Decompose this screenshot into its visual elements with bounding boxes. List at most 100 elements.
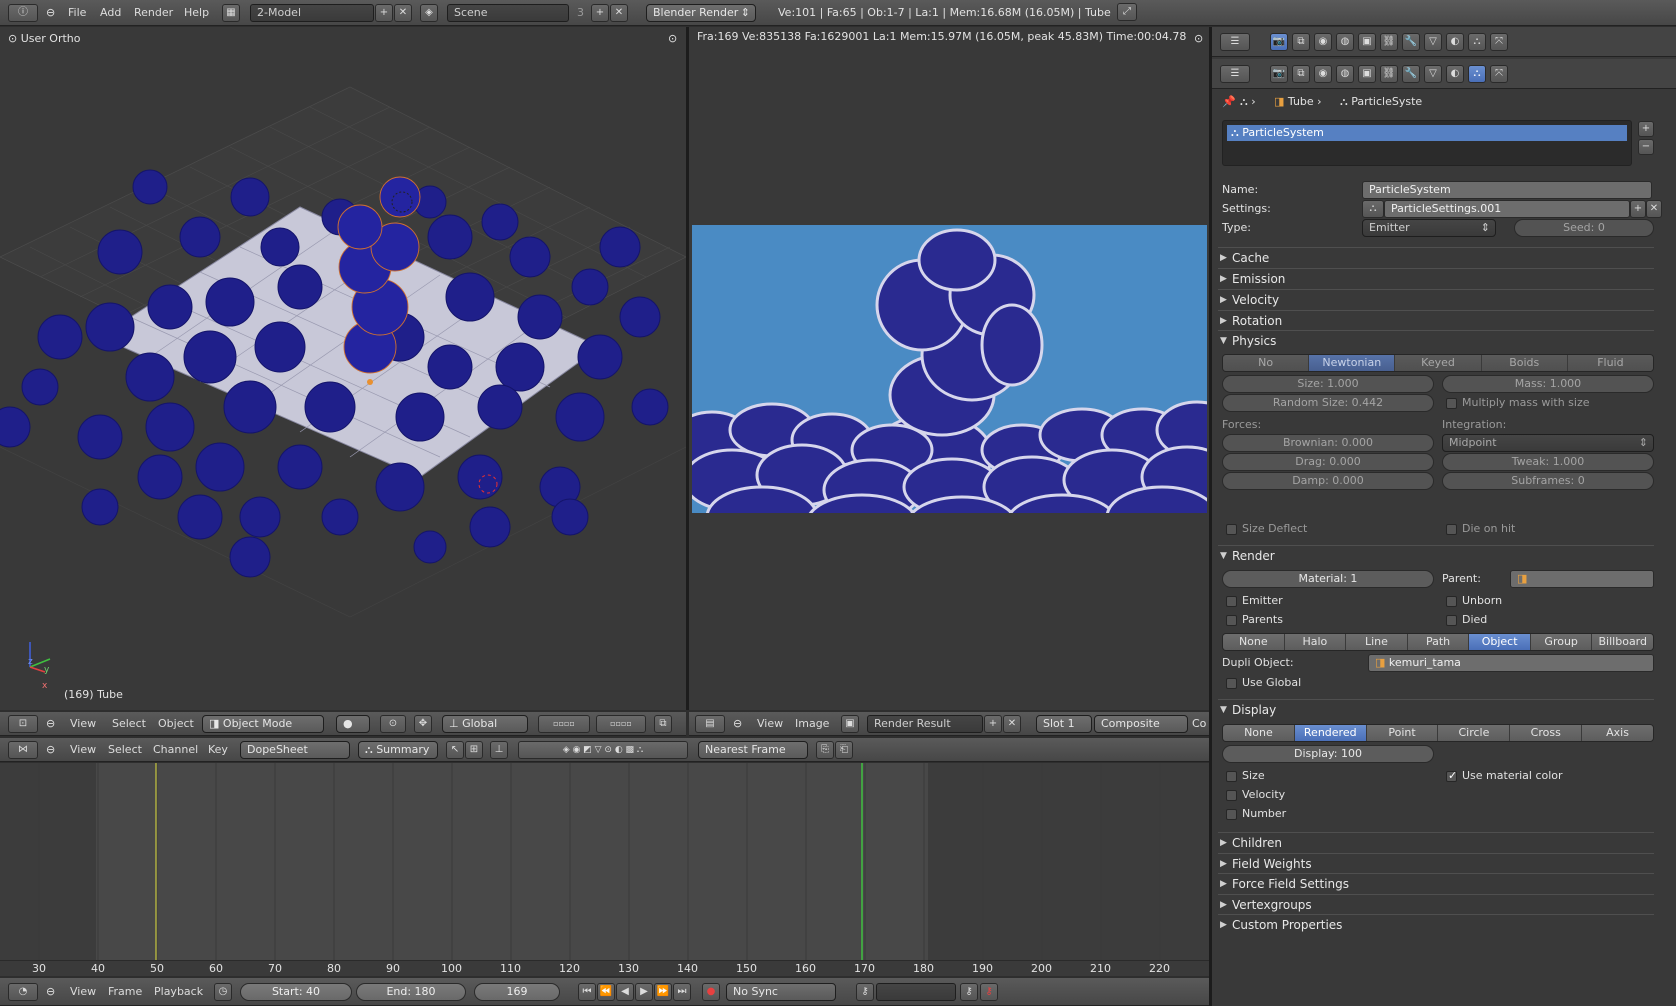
name-field[interactable]: ParticleSystem (1362, 181, 1652, 199)
scene-field[interactable]: Scene (447, 4, 569, 22)
render-tab-group[interactable]: Group (1530, 634, 1593, 650)
tab-render-icon[interactable]: 📷 (1270, 65, 1288, 83)
tab-layers-icon[interactable]: ⧉ (1292, 33, 1310, 51)
died-checkbox[interactable] (1446, 615, 1457, 626)
manipulator-icon[interactable]: ✥ (414, 715, 432, 733)
layout-add-icon[interactable]: + (375, 4, 393, 22)
image-browse-icon[interactable]: ▣ (841, 715, 859, 733)
keying-set-icon[interactable]: ⚷ (856, 983, 874, 1001)
tab-particles-icon[interactable]: ⛬ (1468, 33, 1486, 51)
display-tab-point[interactable]: Point (1366, 725, 1439, 741)
panel-velocity[interactable]: ▶ Velocity (1218, 289, 1654, 309)
display-tab-circle[interactable]: Circle (1438, 725, 1511, 741)
render-result-field[interactable]: Render Result (867, 715, 983, 733)
image-remove-icon[interactable]: ✕ (1003, 715, 1021, 733)
image-editor[interactable]: Fra:169 Ve:835138 Fa:1629001 La:1 Mem:15… (689, 27, 1209, 710)
panel-vertexgroups[interactable]: ▶ Vertexgroups (1218, 894, 1654, 914)
physics-tab-keyed[interactable]: Keyed (1395, 355, 1482, 371)
settings-add-icon[interactable]: + (1630, 200, 1646, 218)
list-add-icon[interactable]: + (1638, 121, 1654, 137)
panel-field-weights[interactable]: ▶ Field Weights (1218, 853, 1654, 873)
3d-viewport[interactable]: ⊙ User Ortho ⊙ y z x (169) Tube (0, 27, 686, 710)
dopesheet-area[interactable] (0, 763, 1209, 960)
editor-type-dopesheet-icon[interactable]: ⋈ (8, 741, 38, 759)
fullscreen-icon[interactable]: ⤢ (1117, 3, 1137, 21)
collapse-icon[interactable]: ⊖ (733, 716, 742, 732)
scene-remove-icon[interactable]: ✕ (610, 4, 628, 22)
editor-type-image-icon[interactable]: ▤ (695, 715, 725, 733)
summary-toggle[interactable]: ⛬ Summary (358, 741, 438, 759)
tab-scene-icon[interactable]: ◉ (1314, 33, 1332, 51)
tab-world-icon[interactable]: ◍ (1336, 65, 1354, 83)
jump-end-icon[interactable]: ⏭ (673, 983, 691, 1001)
multiply-mass-checkbox[interactable] (1446, 398, 1457, 409)
panel-rotation[interactable]: ▶ Rotation (1218, 310, 1654, 330)
mass-field[interactable]: Mass: 1.000 (1442, 375, 1654, 393)
slot-select[interactable]: Slot 1 (1036, 715, 1092, 733)
next-key-icon[interactable]: ⏩ (654, 983, 672, 1001)
render-engine-select[interactable]: Blender Render ⇕ (646, 4, 756, 22)
tab-constraints-icon[interactable]: ⛓ (1380, 65, 1398, 83)
layout-remove-icon[interactable]: ✕ (394, 4, 412, 22)
settings-field[interactable]: ParticleSettings.001 (1384, 200, 1630, 218)
menu-select[interactable]: Select (108, 742, 142, 758)
panel-custom-properties[interactable]: ▶ Custom Properties (1218, 914, 1654, 934)
menu-channel[interactable]: Channel (153, 742, 198, 758)
viewport-corner-icon[interactable]: ⊙ (668, 31, 677, 47)
display-tab-none[interactable]: None (1223, 725, 1295, 741)
menu-add[interactable]: Add (100, 5, 121, 21)
panel-children[interactable]: ▶ Children (1218, 832, 1654, 852)
menu-file[interactable]: File (68, 5, 86, 21)
render-tab-billboard[interactable]: Billboard (1592, 634, 1653, 650)
list-remove-icon[interactable]: − (1638, 139, 1654, 155)
display-tab-axis[interactable]: Axis (1582, 725, 1653, 741)
editor-type-timeline-icon[interactable]: ◔ (8, 983, 38, 1001)
image-corner-icon[interactable]: ⊙ (1194, 31, 1203, 47)
physics-type-tabs[interactable]: No Newtonian Keyed Boids Fluid (1222, 354, 1654, 372)
current-frame-field[interactable]: 169 (474, 983, 560, 1001)
menu-render[interactable]: Render (134, 5, 173, 21)
tab-data-icon[interactable]: ▽ (1424, 33, 1442, 51)
panel-cache[interactable]: ▶ Cache (1218, 247, 1654, 267)
filter-icon[interactable]: ⊥ (490, 741, 508, 759)
tab-layers-icon[interactable]: ⧉ (1292, 65, 1310, 83)
size-checkbox[interactable] (1226, 771, 1237, 782)
menu-object[interactable]: Object (158, 716, 194, 732)
menu-key[interactable]: Key (208, 742, 228, 758)
editor-type-properties-icon[interactable]: ☰ (1220, 65, 1250, 83)
panel-render[interactable]: ▼ Render (1218, 545, 1654, 565)
tab-object-icon[interactable]: ▣ (1358, 65, 1376, 83)
orientation-select[interactable]: ⊥ Global (442, 715, 528, 733)
tab-material-icon[interactable]: ◐ (1446, 65, 1464, 83)
render-tab-halo[interactable]: Halo (1284, 634, 1347, 650)
menu-view[interactable]: View (70, 742, 96, 758)
die-on-hit-checkbox[interactable] (1446, 524, 1457, 535)
filter-selected-icon[interactable]: ↖ (446, 741, 464, 759)
mode-select[interactable]: ◨ Object Mode (202, 715, 324, 733)
preview-range-icon[interactable]: ◷ (214, 983, 232, 1001)
record-icon[interactable]: ● (702, 983, 720, 1001)
menu-playback[interactable]: Playback (154, 984, 203, 1000)
damp-field[interactable]: Damp: 0.000 (1222, 472, 1434, 490)
random-size-field[interactable]: Random Size: 0.442 (1222, 394, 1434, 412)
number-checkbox[interactable] (1226, 809, 1237, 820)
play-icon[interactable]: ▶ (635, 983, 653, 1001)
collapse-icon[interactable]: ⊖ (46, 742, 55, 758)
size-field[interactable]: Size: 1.000 (1222, 375, 1434, 393)
shading-select[interactable]: ● (336, 715, 370, 733)
seed-field[interactable]: Seed: 0 (1514, 219, 1654, 237)
menu-frame[interactable]: Frame (108, 984, 142, 1000)
display-percentage-field[interactable]: Display: 100 (1222, 745, 1434, 763)
display-type-tabs[interactable]: None Rendered Point Circle Cross Axis (1222, 724, 1654, 742)
tab-object-icon[interactable]: ▣ (1358, 33, 1376, 51)
display-tab-cross[interactable]: Cross (1510, 725, 1583, 741)
particle-system-list[interactable]: ⛬ ParticleSystem (1222, 120, 1632, 166)
parents-checkbox[interactable] (1226, 615, 1237, 626)
menu-select[interactable]: Select (112, 716, 146, 732)
menu-image[interactable]: Image (795, 716, 829, 732)
render-type-tabs[interactable]: None Halo Line Path Object Group Billboa… (1222, 633, 1654, 651)
parent-field[interactable]: ◨ (1510, 570, 1654, 588)
insert-key-icon[interactable]: ⚷ (960, 983, 978, 1001)
render-tab-path[interactable]: Path (1407, 634, 1470, 650)
lock-icon[interactable]: ⧉ (654, 715, 672, 733)
